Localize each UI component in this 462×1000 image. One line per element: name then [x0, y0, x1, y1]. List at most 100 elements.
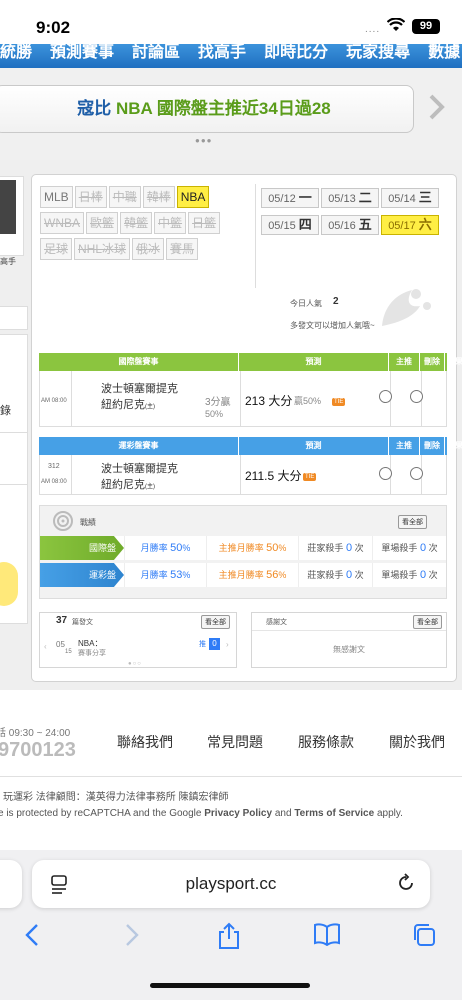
league-tab[interactable]: 歐籃	[86, 212, 119, 234]
spread-pct: 50%	[205, 409, 224, 419]
signal-icon: ....	[365, 24, 381, 35]
previous-tab-bar[interactable]	[0, 860, 22, 908]
league-tab[interactable]: 韓棒	[142, 186, 175, 208]
service-hours: 話 09:30 ~ 24:00	[0, 728, 71, 739]
league-tab[interactable]: 中籃	[154, 212, 187, 234]
date-tab[interactable]: 05/16 五	[321, 215, 379, 235]
col-result: 結果	[447, 441, 462, 450]
col-event: 運彩盤賽事	[39, 437, 239, 455]
nav-item[interactable]: 玩家搜尋	[346, 44, 410, 62]
promo-banner[interactable]: 寇比 NBA 國際盤主推近34日過28	[0, 85, 414, 133]
league-tab[interactable]: MLB	[40, 186, 73, 208]
date-tab[interactable]: 05/15 四	[261, 215, 319, 235]
divider	[0, 776, 462, 777]
thanks-view-all-button[interactable]: 看全部	[413, 615, 442, 629]
league-tab[interactable]: 中職	[108, 186, 141, 208]
main-pick-radio[interactable]	[379, 467, 392, 480]
intl-table-row: AM 08:00 波士頓塞爾提克 紐約尼克(主) 3分贏 50% 213 大分 …	[39, 371, 447, 427]
record-row-label: 運彩盤	[40, 563, 124, 587]
bookmarks-icon[interactable]	[313, 922, 341, 953]
month-win-rate: 月勝率 50%	[124, 536, 206, 560]
pick[interactable]: 213 大分	[245, 392, 292, 409]
league-tab[interactable]: 賽馬	[166, 238, 199, 260]
nav-item[interactable]: 即時比分	[264, 44, 328, 62]
win-rate: 贏50%	[294, 396, 322, 406]
carousel-dots: ●●●	[195, 136, 213, 145]
lightbulb-icon	[0, 562, 18, 606]
chevron-right-icon[interactable]	[428, 93, 446, 128]
col-main: 主推	[389, 353, 420, 371]
nav-item[interactable]: 預測賽事	[50, 44, 114, 62]
terms-link[interactable]: Terms of Service	[294, 808, 374, 819]
footer-link[interactable]: 服務條款	[298, 732, 354, 752]
record-row-label: 國際盤	[40, 536, 124, 560]
main-month-win-rate: 主推月勝率 56%	[206, 563, 298, 587]
league-tab[interactable]: 日棒	[74, 186, 107, 208]
league-tab[interactable]: 日籃	[188, 212, 221, 234]
footer-link[interactable]: 聯絡我們	[117, 732, 173, 752]
main-month-win-rate: 主推月勝率 50%	[206, 536, 298, 560]
nav-item[interactable]: 統勝	[0, 44, 32, 62]
date-tab[interactable]: 05/17 六	[381, 215, 439, 235]
tabs-icon[interactable]	[411, 922, 437, 955]
col-pred: 預測	[239, 437, 389, 455]
game-number: 312	[48, 463, 60, 470]
chevron-left-icon[interactable]: ‹	[44, 642, 47, 651]
nav-item[interactable]: 找高手	[198, 44, 246, 62]
forward-icon[interactable]	[124, 922, 140, 955]
date-tab[interactable]: 05/12 一	[261, 188, 319, 208]
top-nav: 統勝 預測賽事 討論區 找高手 即時比分 玩家搜尋 數據	[0, 44, 462, 68]
footer-link[interactable]: 關於我們	[389, 732, 445, 752]
league-tabs: MLB 日棒 中職 韓棒 NBA WNBA 歐籃 韓籃 中籃 日籃足球 NHL冰球 俄冰 賽馬	[40, 186, 250, 264]
post-subtitle: 賽事分享	[78, 650, 106, 657]
url-text[interactable]: playsport.cc	[32, 874, 430, 894]
league-tab[interactable]: 韓籃	[120, 212, 153, 234]
col-pred: 預測	[239, 353, 389, 371]
intl-table-header: 國際盤賽事 預測 主推 刪除 結果	[39, 353, 462, 371]
date-tab[interactable]: 05/13 二	[321, 188, 379, 208]
delete-radio[interactable]	[410, 390, 423, 403]
divider	[0, 484, 28, 485]
delete-radio[interactable]	[410, 467, 423, 480]
team-home: 紐約尼克(主)	[101, 399, 155, 411]
nav-item[interactable]: 討論區	[132, 44, 180, 62]
recaptcha-notice: e is protected by reCAPTCHA and the Goog…	[0, 808, 403, 819]
league-tab[interactable]: NBA	[176, 186, 210, 208]
divider	[252, 630, 446, 631]
record-row: 國際盤 月勝率 50% 主推月勝率 50% 莊家殺手 0 次單場殺手 0 次	[40, 536, 446, 560]
tie-badge: TIE	[332, 397, 346, 406]
mascot-logo-icon	[372, 286, 434, 326]
chevron-right-icon[interactable]: ›	[226, 640, 229, 649]
col-del: 刪除	[420, 353, 445, 371]
back-icon[interactable]	[24, 922, 40, 955]
pick[interactable]: 211.5 大分	[245, 467, 301, 484]
share-icon[interactable]	[216, 922, 242, 957]
wifi-icon	[386, 17, 406, 37]
privacy-policy-link[interactable]: Privacy Policy	[204, 808, 272, 819]
league-tab[interactable]: 足球	[40, 238, 73, 260]
promo-brand: 寇比	[77, 99, 112, 118]
popularity-tip: 多發文可以增加人氣哦~	[290, 321, 375, 330]
main-pick-radio[interactable]	[379, 390, 392, 403]
league-tab[interactable]: NHL冰球	[74, 238, 131, 260]
league-tab[interactable]: WNBA	[40, 212, 84, 234]
nav-item[interactable]: 數據	[428, 44, 460, 62]
game-time: AM 08:00	[41, 479, 67, 485]
date-tabs: 05/12 一 05/13 二 05/14 三 05/15 四 05/16 五 05/17…	[261, 188, 451, 242]
home-indicator	[150, 983, 310, 988]
footer-link[interactable]: 常見問題	[207, 732, 263, 752]
reload-icon[interactable]	[396, 873, 416, 898]
league-tab[interactable]: 俄冰	[132, 238, 165, 260]
post-day: 15	[65, 649, 72, 655]
popularity-label: 今日人氣	[290, 299, 322, 308]
date-tab[interactable]: 05/14 三	[381, 188, 439, 208]
battery-icon: 99	[412, 19, 440, 34]
left-panel-header	[0, 306, 28, 330]
divider	[0, 432, 28, 433]
service-phone[interactable]: 9700123	[0, 739, 76, 762]
posts-view-all-button[interactable]: 看全部	[201, 615, 230, 629]
record-title: 戰績	[80, 518, 96, 527]
avatar	[0, 180, 16, 234]
col-main: 主推	[389, 437, 420, 455]
record-view-all-button[interactable]: 看全部	[398, 515, 427, 529]
